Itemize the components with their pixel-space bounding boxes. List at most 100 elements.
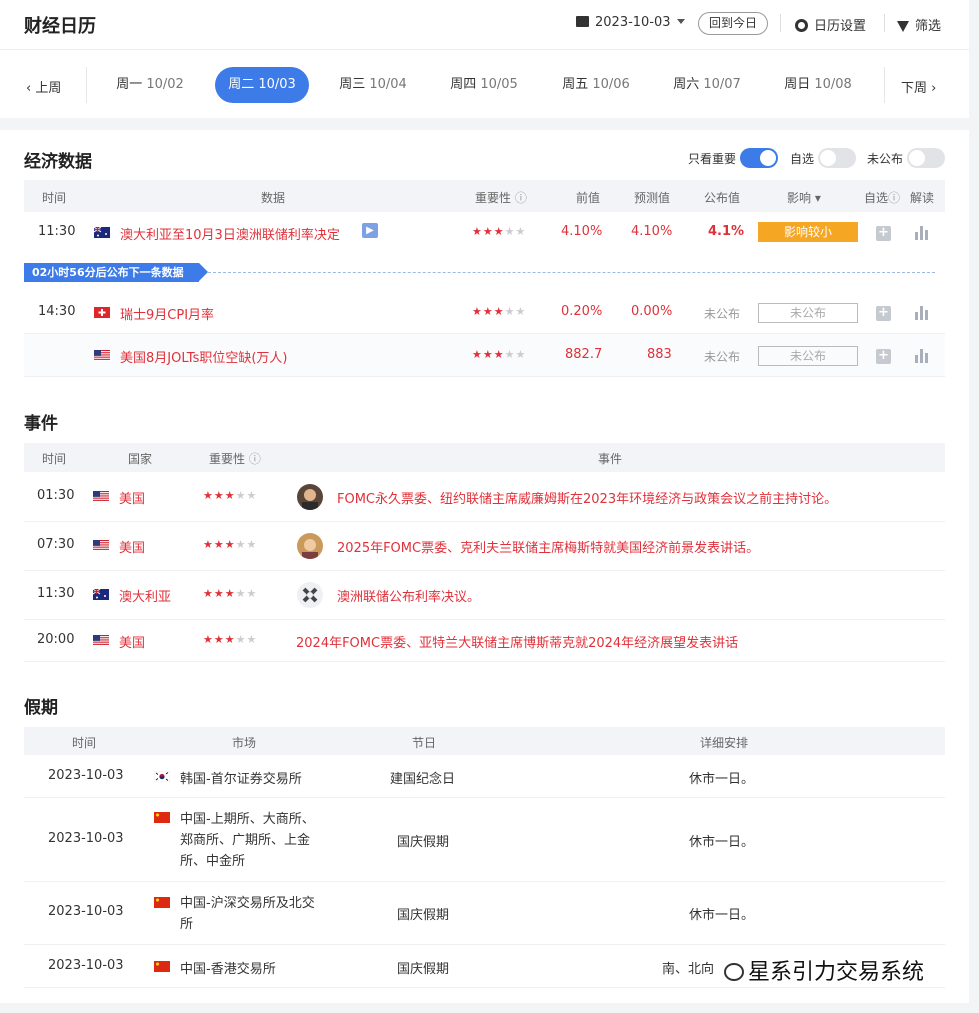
- market-line: 中国-上期所、大商所、: [180, 812, 315, 827]
- col-actual: 公布值: [704, 191, 741, 205]
- indicator-name[interactable]: 澳大利亚至10月3日澳洲联储利率决定: [120, 224, 340, 243]
- col-impact[interactable]: 影响 ▾: [787, 189, 821, 206]
- caret-down-icon: ▾: [814, 191, 821, 205]
- info-icon[interactable]: ⓘ: [515, 191, 527, 205]
- col-holiday: 节日: [412, 736, 437, 750]
- day-tab-fri[interactable]: 周五 10/06: [549, 67, 643, 103]
- actual-value: 未公布: [704, 350, 741, 364]
- switch-off[interactable]: [818, 148, 857, 168]
- col-importance: 重要性 ⓘ: [475, 189, 527, 206]
- col-time: 时间: [42, 452, 67, 466]
- col-importance: 重要性 ⓘ: [209, 450, 261, 467]
- divider: [884, 14, 885, 32]
- prev-week-button[interactable]: ‹ 上周: [26, 77, 61, 96]
- divider: [86, 67, 87, 103]
- day-tab-mon[interactable]: 周一 10/02: [103, 67, 197, 103]
- day-tab-thu[interactable]: 周四 10/05: [437, 67, 531, 103]
- actual-value: 未公布: [704, 307, 741, 321]
- day-tab-wed[interactable]: 周三 10/04: [326, 67, 420, 103]
- day-tab-sat[interactable]: 周六 10/07: [660, 67, 754, 103]
- row-time: 11:30: [38, 224, 76, 239]
- event-text[interactable]: FOMC永久票委、纽约联储主席威廉姆斯在2023年环境经济与政策会议之前主持讨论…: [337, 488, 837, 507]
- event-row[interactable]: 20:00 美国 ★★★ ★★ 2024年FOMC票委、亚特兰大联储主席博斯蒂克就…: [24, 620, 945, 662]
- next-data-banner: 02小时56分后公布下一条数据: [24, 263, 208, 282]
- importance-stars: ★★★ ★★: [203, 587, 258, 600]
- event-text[interactable]: 2024年FOMC票委、亚特兰大联储主席博斯蒂克就2024年经济展望发表讲话: [296, 632, 738, 651]
- toggle-label: 自选: [790, 152, 815, 166]
- col-time: 时间: [42, 191, 67, 205]
- holiday-date: 2023-10-03: [48, 958, 124, 973]
- add-watchlist-button[interactable]: +: [876, 226, 891, 241]
- indicator-name[interactable]: 美国8月JOLTs职位空缺(万人): [120, 347, 288, 366]
- chart-icon[interactable]: [915, 226, 929, 240]
- toggle-important[interactable]: 只看重要: [688, 148, 779, 168]
- caret-down-icon: [676, 19, 685, 24]
- prev-value: 4.10%: [561, 224, 603, 239]
- flag-china-icon: [154, 812, 170, 823]
- holiday-name: 国庆假期: [397, 908, 450, 923]
- econ-row[interactable]: 11:30 澳大利亚至10月3日澳洲联储利率决定 ▶ ★★★ ★★ 4.10% 4…: [24, 212, 945, 253]
- col-market: 市场: [232, 736, 257, 750]
- event-row[interactable]: 11:30 澳大利亚 ★★★ ★★ 澳洲联储公布利率决议。: [24, 571, 945, 620]
- day-date: 10/06: [592, 77, 630, 92]
- col-forecast: 预测值: [634, 191, 671, 205]
- event-text[interactable]: 2025年FOMC票委、克利夫兰联储主席梅斯特就美国经济前景发表讲话。: [337, 537, 759, 556]
- importance-stars: ★★★ ★★: [472, 348, 527, 361]
- chart-icon[interactable]: [915, 349, 929, 363]
- next-week-label: 下周: [901, 81, 928, 96]
- day-tab-sun[interactable]: 周日 10/08: [771, 67, 865, 103]
- econ-row[interactable]: 14:30 瑞士9月CPI月率 ★★★ ★★ 0.20% 0.00% 未公布 未公…: [24, 291, 945, 334]
- holiday-detail: 休市一日。: [689, 835, 755, 850]
- page-title: 财经日历: [24, 16, 96, 37]
- importance-stars: ★★★ ★★: [472, 225, 527, 238]
- col-time: 时间: [72, 736, 97, 750]
- filter-button[interactable]: 筛选: [897, 15, 941, 34]
- event-row[interactable]: 07:30 美国 ★★★ ★★ 2025年FOMC票委、克利夫兰联储主席梅斯特就美…: [24, 522, 945, 571]
- day-date: 10/02: [146, 77, 184, 92]
- add-watchlist-button[interactable]: +: [876, 349, 891, 364]
- holiday-row: 2023-10-03 中国-上期所、大商所、 郑商所、广期所、上金 所、中金所 国庆…: [24, 798, 945, 882]
- divider: [884, 67, 885, 103]
- video-icon[interactable]: ▶: [362, 223, 378, 238]
- calendar-settings-button[interactable]: 日历设置: [795, 15, 866, 34]
- page-header: 财经日历 2023-10-03 回到今日 日历设置 筛选: [0, 0, 969, 50]
- day-date: 10/04: [369, 77, 407, 92]
- switch-on[interactable]: [740, 148, 779, 168]
- col-mine-label: 自选: [864, 191, 889, 205]
- econ-row[interactable]: 美国8月JOLTs职位空缺(万人) ★★★ ★★ 882.7 883 未公布 未公…: [24, 334, 945, 377]
- today-button[interactable]: 回到今日: [698, 12, 769, 35]
- info-icon[interactable]: ⓘ: [888, 191, 900, 205]
- next-week-button[interactable]: 下周 ›: [901, 77, 936, 96]
- event-row[interactable]: 01:30 美国 ★★★ ★★ FOMC永久票委、纽约联储主席威廉姆斯在2023年…: [24, 472, 945, 522]
- event-text[interactable]: 澳洲联储公布利率决议。: [337, 586, 480, 605]
- chevron-right-icon: ›: [927, 81, 937, 96]
- gear-icon: [795, 19, 808, 32]
- add-watchlist-button[interactable]: +: [876, 306, 891, 321]
- day-date: 10/07: [703, 77, 741, 92]
- chart-icon[interactable]: [915, 306, 929, 320]
- day-tab-tue[interactable]: 周二 10/03: [215, 67, 309, 103]
- event-country: 美国: [119, 492, 146, 507]
- importance-stars: ★★★ ★★: [203, 633, 258, 646]
- event-time: 07:30: [37, 537, 75, 552]
- holiday-date: 2023-10-03: [48, 831, 124, 846]
- day-name: 周日: [784, 77, 811, 92]
- toggle-label: 只看重要: [688, 152, 737, 166]
- toggle-unpublished[interactable]: 未公布: [867, 148, 946, 168]
- col-data: 数据: [261, 191, 286, 205]
- date-picker[interactable]: 2023-10-03: [576, 15, 685, 30]
- switch-off[interactable]: [907, 148, 946, 168]
- row-time: 14:30: [38, 304, 76, 319]
- holiday-market: 中国-沪深交易所及北交所: [180, 893, 315, 935]
- holiday-name: 建国纪念日: [390, 772, 456, 787]
- avatar: [297, 484, 323, 510]
- info-icon[interactable]: ⓘ: [249, 452, 261, 466]
- holiday-name: 国庆假期: [397, 835, 450, 850]
- holiday-date: 2023-10-03: [48, 768, 124, 783]
- day-name: 周四: [450, 77, 477, 92]
- holiday-market: 中国-上期所、大商所、 郑商所、广期所、上金 所、中金所: [180, 809, 315, 872]
- col-detail: 详细安排: [700, 736, 749, 750]
- indicator-name[interactable]: 瑞士9月CPI月率: [120, 304, 214, 323]
- toggle-mine[interactable]: 自选: [790, 148, 857, 168]
- col-country: 国家: [128, 452, 153, 466]
